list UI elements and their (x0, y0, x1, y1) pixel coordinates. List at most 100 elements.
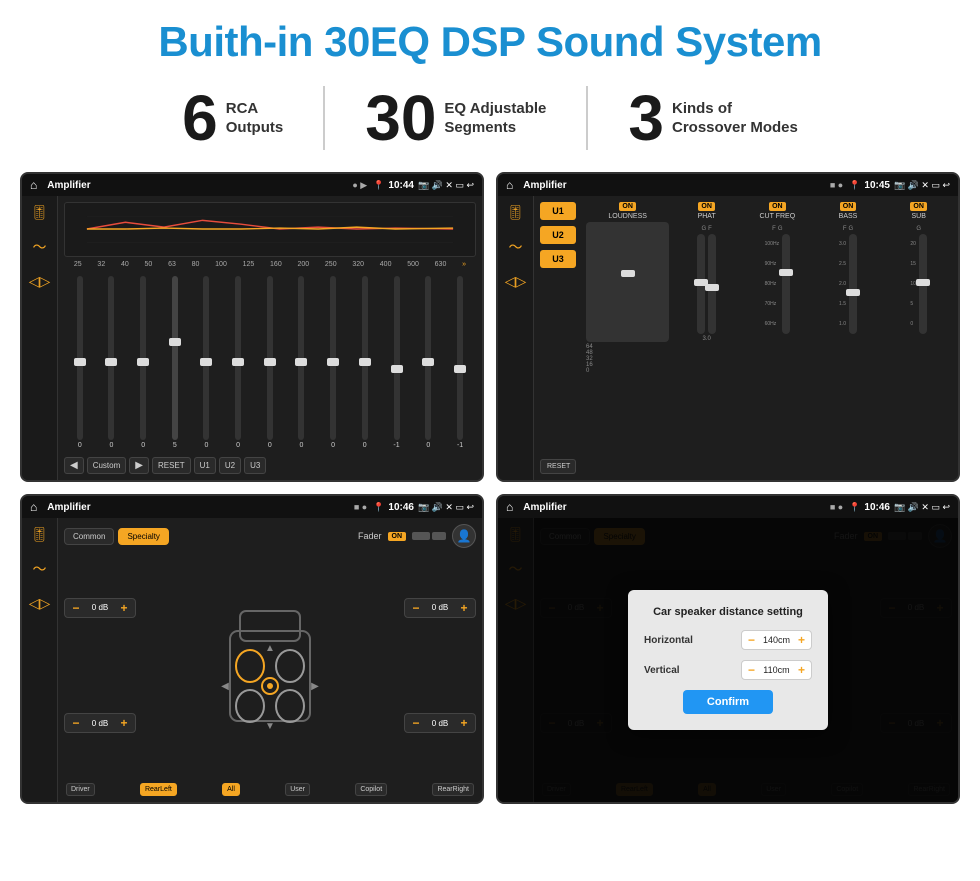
vertical-val: 110cm (759, 665, 794, 675)
minus-btn-1[interactable]: − (69, 601, 83, 615)
screens-grid: ⌂ Amplifier ● ▶ 📍 10:44 📷 🔊 ✕ ▭ ↩ 🎚 〜 ◁▷ (0, 166, 980, 814)
sub-on[interactable]: ON (910, 202, 927, 211)
svg-text:▶: ▶ (311, 681, 319, 692)
u1-btn[interactable]: U1 (194, 457, 216, 474)
loudness-slider[interactable] (586, 222, 669, 342)
page-title: Buith-in 30EQ DSP Sound System (0, 0, 980, 76)
status-icons-eq: 📍 10:44 📷 🔊 ✕ ▭ ↩ (373, 180, 474, 191)
u2-btn[interactable]: U2 (219, 457, 241, 474)
crossover-content: 🎚 〜 ◁▷ U1 U2 U3 RESET ON LOUDNESS (498, 196, 958, 480)
plus-btn-1[interactable]: + (117, 601, 131, 615)
eq-slider-13[interactable]: -1 (457, 276, 463, 449)
fader-eq-icon[interactable]: 🎚 (31, 526, 49, 543)
db-control-4[interactable]: − 0 dB + (404, 713, 476, 733)
app-title-dialog: Amplifier (523, 502, 824, 513)
phat-g-slider[interactable] (697, 234, 705, 334)
phat-ctrl: ON PHAT G F 3.0 (673, 202, 740, 342)
status-bar-fader: ⌂ Amplifier ■ ● 📍 10:46 📷 🔊 ✕ ▭ ↩ (22, 496, 482, 518)
crossover-wave-icon[interactable]: 〜 (509, 237, 523, 257)
loudness-on[interactable]: ON (619, 202, 636, 211)
fader-on-badge[interactable]: ON (388, 532, 407, 541)
custom-btn[interactable]: Custom (87, 457, 127, 474)
time-dialog: 10:46 (864, 502, 890, 513)
user-btn[interactable]: User (285, 783, 310, 796)
eq-slider-11[interactable]: -1 (393, 276, 399, 449)
modal-horizontal-row: Horizontal − 140cm + (644, 630, 812, 650)
reset-btn[interactable]: RESET (152, 457, 191, 474)
screen-crossover: ⌂ Amplifier ■ ● 📍 10:45 📷 🔊 ✕ ▭ ↩ 🎚 〜 ◁▷… (496, 172, 960, 482)
profile-icon[interactable]: 👤 (452, 524, 476, 548)
bass-slider[interactable] (849, 234, 857, 334)
u2-btn-crossover[interactable]: U2 (540, 226, 576, 244)
all-btn[interactable]: All (222, 783, 240, 796)
vertical-control[interactable]: − 110cm + (741, 660, 812, 680)
eq-slider-6[interactable]: 0 (235, 276, 241, 449)
db-val-2: 0 dB (86, 719, 114, 728)
eq-slider-5[interactable]: 0 (203, 276, 209, 449)
bass-on[interactable]: ON (840, 202, 857, 211)
db-val-3: 0 dB (426, 603, 454, 612)
vertical-minus[interactable]: − (748, 663, 755, 677)
reset-btn-crossover[interactable]: RESET (540, 459, 576, 474)
confirm-button[interactable]: Confirm (683, 690, 773, 714)
eq-slider-4[interactable]: 5 (172, 276, 178, 449)
u3-btn[interactable]: U3 (244, 457, 266, 474)
db-control-1[interactable]: − 0 dB + (64, 598, 136, 618)
home-icon[interactable]: ⌂ (30, 178, 37, 192)
phat-f-slider[interactable] (708, 234, 716, 334)
rearright-btn[interactable]: RearRight (432, 783, 474, 796)
db-control-2[interactable]: − 0 dB + (64, 713, 136, 733)
cutfreq-slider[interactable] (782, 234, 790, 334)
eq-slider-3[interactable]: 0 (140, 276, 146, 449)
eq-freq-labels: 253240506380100125160200250320400500630» (64, 261, 476, 268)
eq-icon[interactable]: 🎚 (31, 204, 49, 221)
u1-btn-crossover[interactable]: U1 (540, 202, 576, 220)
cutfreq-on[interactable]: ON (769, 202, 786, 211)
home-icon-3[interactable]: ⌂ (30, 500, 37, 514)
crossover-eq-icon[interactable]: 🎚 (507, 204, 525, 221)
minus-btn-2[interactable]: − (69, 716, 83, 730)
eq-slider-9[interactable]: 0 (330, 276, 336, 449)
phat-on[interactable]: ON (698, 202, 715, 211)
horizontal-control[interactable]: − 140cm + (741, 630, 812, 650)
u3-btn-crossover[interactable]: U3 (540, 250, 576, 268)
wave-icon[interactable]: 〜 (33, 237, 47, 257)
speaker-icon[interactable]: ◁▷ (29, 273, 51, 290)
plus-btn-3[interactable]: + (457, 601, 471, 615)
eq-slider-8[interactable]: 0 (298, 276, 304, 449)
specialty-tab[interactable]: Specialty (118, 528, 168, 545)
eq-slider-10[interactable]: 0 (362, 276, 368, 449)
modal-title: Car speaker distance setting (644, 606, 812, 618)
feature-crossover-text: Kinds ofCrossover Modes (672, 99, 798, 138)
feature-eq-num: 30 (365, 86, 436, 150)
eq-slider-1[interactable]: 0 (77, 276, 83, 449)
driver-btn[interactable]: Driver (66, 783, 95, 796)
vertical-plus[interactable]: + (798, 663, 805, 677)
horizontal-plus[interactable]: + (798, 633, 805, 647)
sub-slider[interactable] (919, 234, 927, 334)
status-icons-crossover: 📍 10:45 📷 🔊 ✕ ▭ ↩ (849, 180, 950, 191)
next-btn[interactable]: ▶ (129, 457, 149, 474)
db-control-3[interactable]: − 0 dB + (404, 598, 476, 618)
fader-speaker-icon[interactable]: ◁▷ (29, 595, 51, 612)
fader-tabs: Common Specialty (64, 528, 169, 545)
copilot-btn[interactable]: Copilot (355, 783, 387, 796)
eq-slider-7[interactable]: 0 (267, 276, 273, 449)
rearleft-btn[interactable]: RearLeft (140, 783, 177, 796)
horizontal-minus[interactable]: − (748, 633, 755, 647)
fader-wave-icon[interactable]: 〜 (33, 559, 47, 579)
fader-main: Common Specialty Fader ON 👤 (58, 518, 482, 802)
home-icon-2[interactable]: ⌂ (506, 178, 513, 192)
plus-btn-4[interactable]: + (457, 716, 471, 730)
plus-btn-2[interactable]: + (117, 716, 131, 730)
minus-btn-3[interactable]: − (409, 601, 423, 615)
eq-slider-2[interactable]: 0 (108, 276, 114, 449)
prev-btn[interactable]: ◀ (64, 457, 84, 474)
minus-btn-4[interactable]: − (409, 716, 423, 730)
crossover-speaker-icon[interactable]: ◁▷ (505, 273, 527, 290)
common-tab[interactable]: Common (64, 528, 114, 545)
fader-sidebar: 🎚 〜 ◁▷ (22, 518, 58, 802)
eq-slider-12[interactable]: 0 (425, 276, 431, 449)
home-icon-4[interactable]: ⌂ (506, 500, 513, 514)
eq-sidebar: 🎚 〜 ◁▷ (22, 196, 58, 480)
